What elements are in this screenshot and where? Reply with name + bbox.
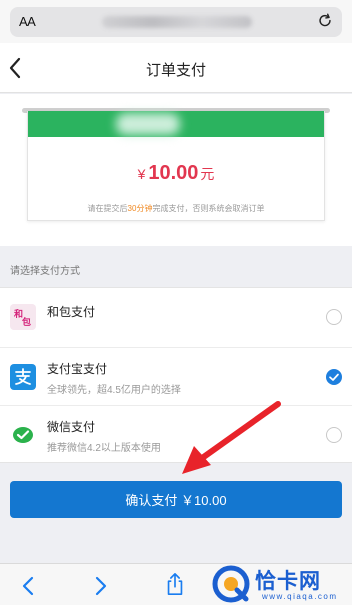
chevron-right-icon[interactable] <box>88 574 112 598</box>
currency-symbol: ¥ <box>137 166 146 182</box>
radio-unchecked[interactable] <box>326 427 342 443</box>
page-title: 订单支付 <box>145 62 206 79</box>
confirm-payment-button[interactable]: 确认支付 ￥10.00 <box>10 481 342 518</box>
radio-checked[interactable] <box>326 369 342 385</box>
payment-method-list: 和 包 和包支付 支付宝支付 全球领先，超4.5亿用户的选择 微信支付 推荐微信… <box>0 287 352 463</box>
share-icon[interactable] <box>163 572 187 596</box>
hebao-icon: 和 包 <box>10 304 36 330</box>
order-amount: ¥10.00 元 <box>28 162 324 185</box>
svg-text:包: 包 <box>21 316 31 328</box>
blurred-url <box>102 16 252 28</box>
payment-deadline-notice: 请在提交后30分钟完成支付，否则系统会取消订单 <box>28 203 324 214</box>
notice-deadline: 30分钟 <box>127 204 153 213</box>
browser-url-bar-area: AA <box>0 0 352 43</box>
reload-icon[interactable] <box>316 12 334 30</box>
payment-option-desc: 全球领先，超4.5亿用户的选择 <box>47 385 181 396</box>
receipt-header-band <box>28 111 324 137</box>
payment-option-name: 微信支付 <box>47 420 96 434</box>
wechat-pay-icon <box>10 422 36 448</box>
watermark-emblem-icon <box>212 565 250 603</box>
payment-option-name: 和包支付 <box>47 305 96 319</box>
notice-text-end: 完成支付，否则系统会取消订单 <box>152 204 265 213</box>
notice-text: 请在提交后 <box>87 204 128 213</box>
reader-text-size-button[interactable]: AA <box>19 14 36 29</box>
amount-unit: 元 <box>200 166 215 182</box>
order-summary: ¥10.00 元 请在提交后30分钟完成支付，否则系统会取消订单 <box>0 94 352 246</box>
payment-option-name: 支付宝支付 <box>47 362 108 376</box>
page-header: 订单支付 <box>0 43 352 93</box>
amount-value: 10.00 <box>148 162 199 184</box>
chevron-left-icon[interactable] <box>17 574 41 598</box>
radio-unchecked[interactable] <box>326 309 342 325</box>
watermark-text: 恰卡网 <box>255 569 321 593</box>
payment-option-desc: 推荐微信4.2以上版本使用 <box>47 443 161 454</box>
section-label: 请选择支付方式 <box>10 266 80 277</box>
receipt-card: ¥10.00 元 请在提交后30分钟完成支付，否则系统会取消订单 <box>27 111 325 221</box>
address-bar[interactable]: AA <box>10 7 342 37</box>
payment-option-alipay[interactable]: 支付宝支付 全球领先，超4.5亿用户的选择 <box>0 347 352 405</box>
payment-option-hebao[interactable]: 和 包 和包支付 <box>0 288 352 346</box>
watermark-url: www.qiaqa.com <box>262 592 338 601</box>
alipay-icon <box>10 364 36 390</box>
watermark-logo: 恰卡网 www.qiaqa.com <box>209 563 352 605</box>
blurred-merchant <box>116 113 180 135</box>
payment-option-wechat[interactable]: 微信支付 推荐微信4.2以上版本使用 <box>0 405 352 463</box>
